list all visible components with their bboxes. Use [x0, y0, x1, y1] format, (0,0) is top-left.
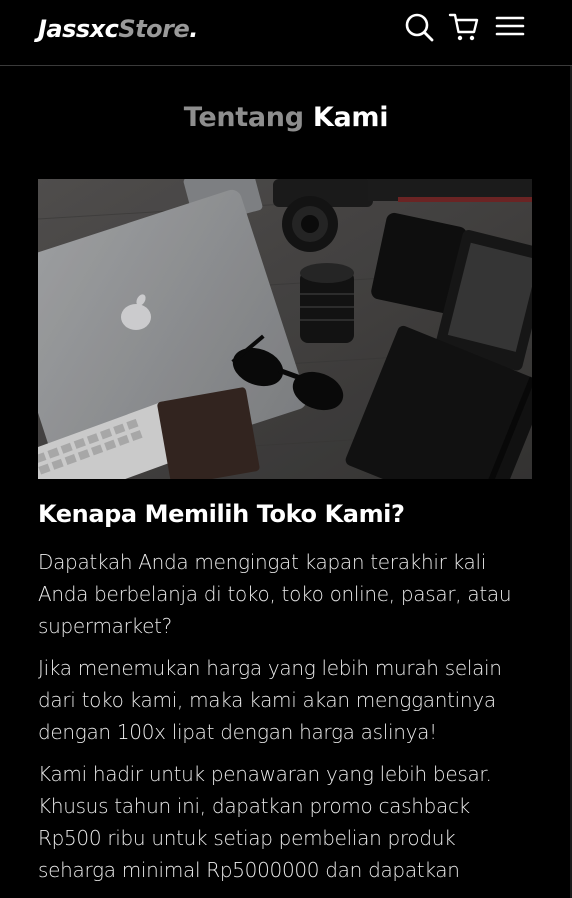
- title-part-2: Kami: [312, 102, 389, 133]
- logo-accent-text: Store: [118, 15, 190, 43]
- about-paragraph-1: Dapatkah Anda mengingat kapan terakhir k…: [38, 550, 512, 638]
- search-icon: [405, 13, 434, 42]
- menu-button[interactable]: [493, 10, 527, 44]
- section-title: Tentang Kami: [0, 98, 572, 138]
- about-paragraph-2: Jika menemukan harga yang lebih murah se…: [38, 656, 502, 744]
- search-button[interactable]: [402, 10, 436, 44]
- shopping-cart-icon: [448, 13, 479, 41]
- why-choose-us-heading: Kenapa Memilih Toko Kami?: [38, 500, 405, 528]
- store-logo[interactable]: JassxcStore.: [38, 12, 198, 46]
- about-paragraph-3: Kami hadir untuk penawaran yang lebih be…: [38, 762, 492, 882]
- logo-main-text: Jassxc: [38, 15, 119, 43]
- about-paragraphs: Dapatkah Anda mengingat kapan terakhir k…: [38, 546, 518, 896]
- title-part-1: Tentang: [183, 102, 304, 133]
- about-image: [38, 179, 532, 479]
- cart-button[interactable]: [447, 10, 481, 44]
- hamburger-menu-icon: [495, 16, 525, 36]
- logo-dot: .: [189, 15, 198, 43]
- navbar: JassxcStore.: [0, 0, 572, 66]
- page: JassxcStore. Tentang Kami Kenapa Memilih…: [0, 0, 572, 898]
